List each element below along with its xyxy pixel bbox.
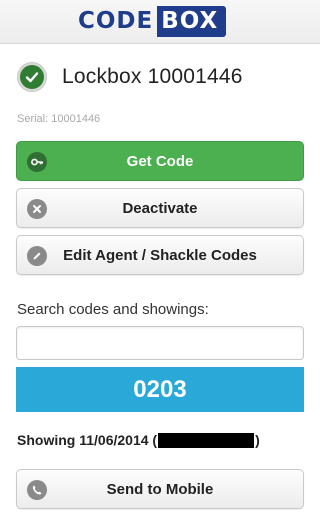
serial-number: Serial: 10001446 [17,113,101,125]
app-header: CODE BOX [0,0,320,44]
edit-agent-shackle-codes-button[interactable]: Edit Agent / Shackle Codes [16,235,304,275]
codebox-logo: CODE BOX [72,6,227,37]
key-icon [27,152,47,172]
search-input[interactable] [16,326,304,360]
logo-text-box: BOX [157,6,227,37]
redacted-block [158,432,255,448]
lockbox-title-row: Lockbox 10001446 [18,63,243,91]
page-title: Lockbox 10001446 [62,65,243,88]
check-circle-icon [18,63,46,91]
showing-info: Showing 11/06/2014 ( ) [17,432,260,448]
send-to-mobile-label: Send to Mobile [106,480,214,498]
showing-prefix: Showing 11/06/2014 ( [17,432,158,448]
deactivate-label: Deactivate [122,199,198,217]
x-circle-icon [27,199,47,219]
get-code-label: Get Code [126,152,194,170]
code-display: 0203 [16,367,304,412]
search-label: Search codes and showings: [17,301,209,318]
logo-text-code: CODE [78,8,154,34]
showing-suffix: ) [255,432,260,448]
get-code-button[interactable]: Get Code [16,141,304,181]
deactivate-button[interactable]: Deactivate [16,188,304,228]
send-to-mobile-button[interactable]: Send to Mobile [16,469,304,509]
pencil-icon [27,246,47,266]
edit-codes-label: Edit Agent / Shackle Codes [63,246,257,264]
phone-icon [27,480,47,500]
